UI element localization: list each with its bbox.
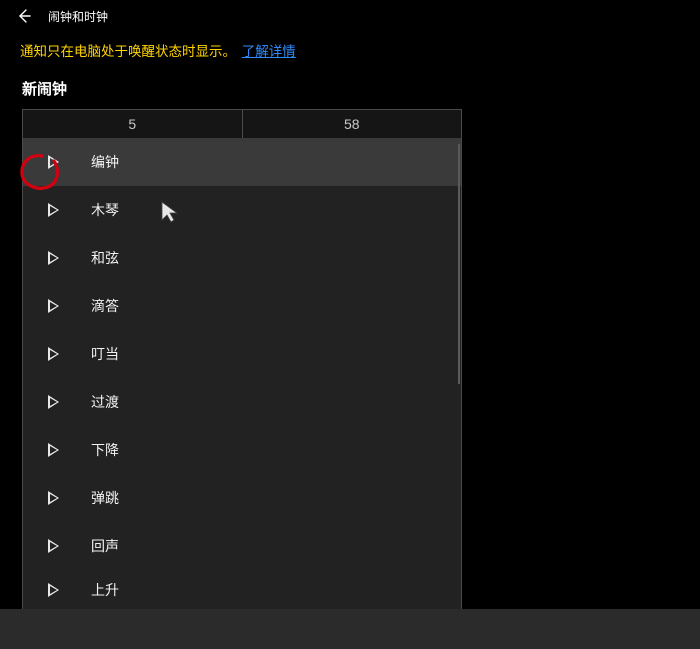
sound-picker-panel: 5 58 编钟木琴和弦滴答叮当过渡下降弹跳回声上升	[22, 109, 462, 617]
sound-list: 编钟木琴和弦滴答叮当过渡下降弹跳回声上升	[23, 138, 461, 616]
sound-item[interactable]: 编钟	[23, 138, 461, 186]
play-icon[interactable]	[39, 244, 67, 272]
sound-label: 和弦	[91, 248, 119, 268]
notice-link[interactable]: 了解详情	[242, 44, 296, 59]
sound-item[interactable]: 过渡	[23, 378, 461, 426]
play-icon[interactable]	[39, 532, 67, 560]
scrollbar-thumb[interactable]	[458, 144, 460, 384]
sound-item[interactable]: 上升	[23, 570, 461, 610]
back-button[interactable]	[8, 0, 40, 32]
play-icon[interactable]	[39, 484, 67, 512]
back-arrow-icon	[16, 8, 32, 24]
sound-label: 编钟	[91, 152, 119, 172]
sound-label: 滴答	[91, 296, 119, 316]
section-header: 新闹钟	[0, 68, 700, 109]
bottom-bar	[0, 609, 700, 649]
app-title: 闹钟和时钟	[48, 8, 108, 25]
sound-label: 弹跳	[91, 488, 119, 508]
titlebar: 闹钟和时钟	[0, 0, 700, 32]
sound-item[interactable]: 叮当	[23, 330, 461, 378]
time-row: 5 58	[23, 110, 461, 138]
play-icon[interactable]	[39, 576, 67, 604]
play-icon[interactable]	[39, 148, 67, 176]
play-icon[interactable]	[39, 340, 67, 368]
notice-text: 通知只在电脑处于唤醒状态时显示。	[20, 44, 236, 59]
play-icon[interactable]	[39, 196, 67, 224]
sound-item[interactable]: 木琴	[23, 186, 461, 234]
sound-item[interactable]: 弹跳	[23, 474, 461, 522]
notice-bar: 通知只在电脑处于唤醒状态时显示。 了解详情	[0, 32, 700, 68]
sound-item[interactable]: 下降	[23, 426, 461, 474]
time-minute-cell[interactable]: 58	[243, 110, 462, 138]
sound-label: 上升	[91, 580, 119, 600]
sound-label: 木琴	[91, 200, 119, 220]
time-hour-cell[interactable]: 5	[23, 110, 243, 138]
scrollbar[interactable]	[458, 138, 461, 616]
sound-item[interactable]: 和弦	[23, 234, 461, 282]
play-icon[interactable]	[39, 388, 67, 416]
sound-item[interactable]: 滴答	[23, 282, 461, 330]
sound-item[interactable]: 回声	[23, 522, 461, 570]
sound-label: 下降	[91, 440, 119, 460]
sound-label: 过渡	[91, 392, 119, 412]
play-icon[interactable]	[39, 292, 67, 320]
play-icon[interactable]	[39, 436, 67, 464]
sound-label: 叮当	[91, 344, 119, 364]
sound-label: 回声	[91, 536, 119, 556]
